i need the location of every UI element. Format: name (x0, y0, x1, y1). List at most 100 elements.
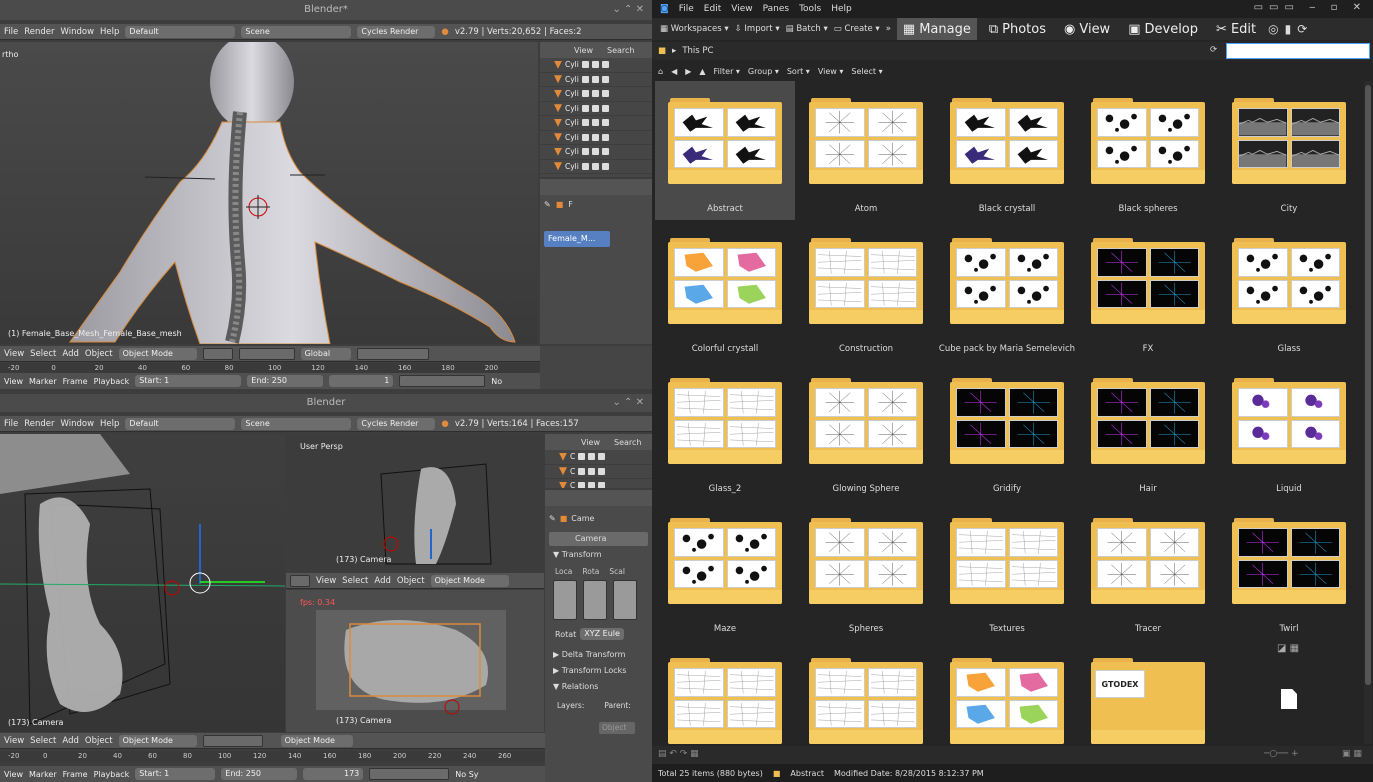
start-frame-field[interactable]: Start: 1 (135, 375, 242, 387)
folder-tile[interactable] (937, 641, 1077, 744)
scrollbar[interactable] (1364, 81, 1372, 744)
pm-menu-help[interactable]: Help (831, 4, 852, 14)
menu-view-bb[interactable]: View (4, 736, 24, 746)
visibility-eye-icon[interactable] (581, 61, 589, 69)
refresh-icon[interactable]: ⟳ (1210, 45, 1217, 55)
scale-fields[interactable] (613, 580, 637, 620)
tl-frame[interactable]: Frame (63, 377, 88, 386)
workspaces-menu[interactable]: ▦ Workspaces ▾ (660, 24, 729, 34)
back-icon[interactable]: ◀ (671, 67, 677, 76)
end-frame-field-b[interactable]: End: 250 (221, 768, 298, 780)
outliner-row[interactable]: Cyli (540, 87, 652, 102)
pm-menu-panes[interactable]: Panes (763, 4, 789, 14)
tl-frame-b[interactable]: Frame (63, 770, 88, 779)
selectability-cursor-icon[interactable] (588, 467, 596, 475)
tl-marker[interactable]: Marker (29, 377, 57, 386)
current-frame-field-b[interactable]: 173 (303, 768, 364, 780)
mode-manage[interactable]: ▦ Manage (896, 18, 977, 40)
render-camera-icon[interactable] (598, 467, 606, 475)
playback-controls[interactable] (399, 375, 486, 387)
group-menu[interactable]: Group ▾ (748, 67, 779, 76)
menu-window[interactable]: Window (61, 27, 95, 37)
pm-window-controls[interactable]: ▭▭▭ ‒ ▫ ✕ (1254, 2, 1367, 13)
relations-panel[interactable]: ▼ Relations (545, 682, 652, 691)
outliner-view-menu-b[interactable]: View (581, 438, 600, 447)
menu-select[interactable]: Select (30, 349, 56, 359)
outliner-row[interactable]: Cyli (540, 174, 652, 177)
outliner-row[interactable]: C (545, 465, 652, 479)
mode-selector[interactable]: Object Mode (118, 347, 197, 360)
props-tab-f[interactable]: F (568, 200, 573, 209)
tl-playback-b[interactable]: Playback (94, 770, 130, 779)
outliner-search-field[interactable]: Search (607, 46, 634, 55)
zoom-slider[interactable]: ─○── + (1264, 749, 1299, 759)
folder-tile[interactable]: Glass_2 (655, 361, 795, 500)
outliner-row[interactable]: Cyli (540, 102, 652, 116)
tl-playback[interactable]: Playback (94, 377, 130, 386)
folder-tile[interactable]: Colorful crystall (655, 221, 795, 360)
folder-tile[interactable] (655, 641, 795, 744)
view-toggle-icons[interactable]: ▣ ▦ (1342, 749, 1362, 759)
scene-selector[interactable]: Scene (241, 25, 352, 38)
properties-top[interactable]: ✎ ■ F Female_M... (540, 179, 652, 344)
mode-selector-bb[interactable]: Object Mode (118, 734, 197, 747)
stats-icon[interactable]: ▮ (1285, 22, 1292, 36)
engine-selector[interactable]: Cycles Render (357, 25, 436, 38)
selectability-cursor-icon[interactable] (591, 104, 599, 112)
menu-render[interactable]: Render (24, 27, 54, 37)
playback-controls-b[interactable] (369, 768, 450, 780)
refresh-mode-icon[interactable]: ⟳ (1297, 22, 1307, 36)
folder-tile[interactable]: Textures (937, 501, 1077, 640)
pm-menu-file[interactable]: File (679, 4, 694, 14)
render-camera-icon[interactable] (601, 162, 609, 170)
folder-tile[interactable]: ◪ ▦ (1219, 641, 1359, 744)
outliner-view-menu[interactable]: View (574, 46, 593, 55)
outliner-search-field-b[interactable]: Search (614, 438, 641, 447)
render-camera-icon[interactable] (601, 148, 609, 156)
pm-menu-tools[interactable]: Tools (799, 4, 821, 14)
transform-panel-header[interactable]: ▼ Transform (545, 550, 652, 559)
visibility-eye-icon[interactable] (581, 148, 589, 156)
selectability-cursor-icon[interactable] (588, 453, 596, 461)
pm-menu-view[interactable]: View (731, 4, 752, 14)
menu-file[interactable]: File (4, 27, 18, 37)
select-menu[interactable]: Select ▾ (851, 67, 882, 76)
menu-object[interactable]: Object (85, 349, 113, 359)
folder-tile[interactable]: Construction (796, 221, 936, 360)
toolbar-overflow-icon[interactable]: » (886, 24, 891, 34)
smoke-scene-left[interactable] (0, 434, 285, 732)
menu-render-b[interactable]: Render (24, 419, 54, 429)
selectability-cursor-icon[interactable] (591, 90, 599, 98)
view-toggle-icon[interactable]: ◪ ▦ (1277, 643, 1299, 654)
outliner-row[interactable]: Cyli (540, 160, 652, 174)
outliner-row[interactable]: Cyli (540, 73, 652, 87)
folder-tile[interactable]: Atom (796, 81, 936, 220)
outliner-bottom[interactable]: View Search CCC (545, 434, 652, 488)
selectability-cursor-icon[interactable] (591, 119, 599, 127)
smoke-scene-right[interactable] (286, 434, 544, 572)
visibility-eye-icon[interactable] (578, 482, 586, 488)
outliner-row[interactable]: Cyli (540, 131, 652, 145)
end-frame-field[interactable]: End: 250 (247, 375, 324, 387)
location-fields[interactable] (553, 580, 577, 620)
shading-button[interactable] (202, 347, 233, 360)
visibility-eye-icon[interactable] (581, 104, 589, 112)
shading-button-b[interactable] (202, 734, 263, 747)
render-camera-icon[interactable] (601, 119, 609, 127)
start-frame-field-b[interactable]: Start: 1 (135, 768, 216, 780)
selectability-cursor-icon[interactable] (591, 61, 599, 69)
engine-selector-b[interactable]: Cycles Render (357, 417, 436, 430)
render-camera-icon[interactable] (601, 133, 609, 141)
rotation-fields[interactable] (583, 580, 607, 620)
folder-tile[interactable]: Cube pack by Maria Semelevich (937, 221, 1077, 360)
folder-tile[interactable]: Black spheres (1078, 81, 1218, 220)
viewport-top[interactable]: rtho (1) Female_Base_Mesh_Female_Base_me… (0, 42, 538, 344)
menu-add-br[interactable]: Add (374, 576, 390, 586)
selectability-cursor-icon[interactable] (588, 482, 596, 488)
outliner-row[interactable]: C (545, 450, 652, 465)
menu-view[interactable]: View (4, 349, 24, 359)
folder-tile[interactable]: Gridify (937, 361, 1077, 500)
viewport-bottom-right-top[interactable]: User Persp (173) Camera (286, 434, 544, 572)
folder-tile[interactable]: Spheres (796, 501, 936, 640)
editor-type-button[interactable] (290, 574, 310, 587)
